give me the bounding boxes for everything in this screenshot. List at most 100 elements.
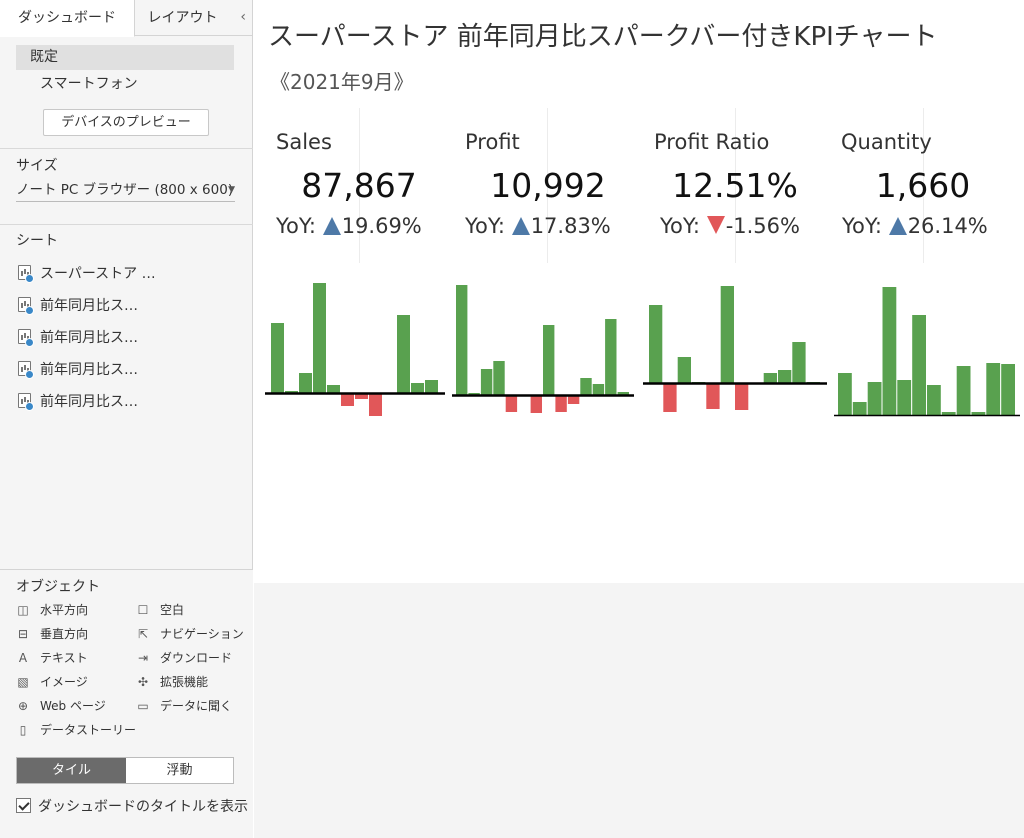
yoy-value: 26.14% <box>907 214 988 238</box>
object-label: 空白 <box>160 603 185 617</box>
kpi-profit-value: 10,992 <box>490 166 606 205</box>
dashboard-subtitle: 《2021年9月》 <box>270 70 414 94</box>
collapse-panel-icon[interactable]: ‹ <box>240 0 246 34</box>
yoy-prefix: YoY: <box>842 214 889 238</box>
object-label: 水平方向 <box>40 603 89 617</box>
profit-bar <box>530 396 542 413</box>
yoy-value: 17.83% <box>530 214 611 238</box>
object-data-story[interactable]: ▯ データストーリー <box>16 721 136 739</box>
quantity-bar <box>927 385 941 415</box>
chevron-down-icon: ▼ <box>228 185 235 195</box>
object-label: データに聞く <box>160 699 233 713</box>
show-title-option[interactable]: ダッシュボードのタイトルを表示 <box>16 798 248 816</box>
floating-button[interactable]: 浮動 <box>126 758 233 783</box>
size-dropdown[interactable]: ノート PC ブラウザー (800 x 600) ▼ <box>16 180 235 202</box>
object-web-page[interactable]: ⊕ Web ページ <box>16 697 106 715</box>
sheets-section-title: シート <box>16 233 58 249</box>
size-dropdown-value: ノート PC ブラウザー (800 x 600) <box>16 182 234 198</box>
sheet-item[interactable]: 前年同月比ス… <box>18 326 138 350</box>
profit-bar <box>592 384 605 395</box>
kpi-profit-ratio-label: Profit Ratio <box>654 130 770 154</box>
object-image[interactable]: ▧ イメージ <box>16 673 88 691</box>
text-icon: A <box>18 651 28 665</box>
sales-bar <box>327 385 340 393</box>
object-download[interactable]: ⇥ ダウンロード <box>136 649 232 667</box>
object-blank[interactable]: ☐ 空白 <box>136 601 184 619</box>
object-label: テキスト <box>40 651 88 665</box>
download-icon: ⇥ <box>137 651 149 665</box>
profit-bar <box>480 369 493 395</box>
profit-bar <box>555 396 567 412</box>
profit-ratio-bar <box>649 305 663 383</box>
object-ask-data[interactable]: ▭ データに聞く <box>136 697 232 715</box>
object-vertical[interactable]: ⊟ 垂直方向 <box>16 625 88 643</box>
sheet-item[interactable]: 前年同月比ス… <box>18 358 138 382</box>
sheet-item[interactable]: 前年同月比ス… <box>18 294 138 318</box>
tab-layout[interactable]: レイアウト <box>135 0 230 36</box>
yoy-value: -1.56% <box>725 214 800 238</box>
worksheet-icon <box>18 393 34 411</box>
sales-bar <box>411 383 424 393</box>
quantity-sparkbar-chart <box>834 287 1020 417</box>
quantity-bar <box>897 380 912 415</box>
tab-dashboard[interactable]: ダッシュボード <box>0 0 135 37</box>
quantity-bar <box>986 363 1001 415</box>
kpi-profit-ratio-yoy: YoY: -1.56% <box>660 214 800 238</box>
dashboard-side-panel: ダッシュボード レイアウト ‹ 既定 スマートフォン デバイスのプレビュー サイ… <box>0 0 253 838</box>
quantity-bar <box>852 402 867 415</box>
device-preview-button[interactable]: デバイスのプレビュー <box>43 109 209 136</box>
profit-bar <box>580 378 592 395</box>
object-horizontal[interactable]: ◫ 水平方向 <box>16 601 88 619</box>
sales-bar <box>369 394 382 416</box>
quantity-bar <box>971 412 986 415</box>
quantity-bar <box>1001 364 1015 415</box>
object-text[interactable]: A テキスト <box>16 649 88 667</box>
object-label: Web ページ <box>40 699 106 713</box>
object-navigation[interactable]: ⇱ ナビゲーション <box>136 625 244 643</box>
yoy-prefix: YoY: <box>465 214 512 238</box>
dashboard-title: スーパーストア 前年同月比スパークバー付きKPIチャート <box>268 22 938 52</box>
vertical-layout-icon: ⊟ <box>17 627 29 641</box>
object-label: データストーリー <box>40 723 137 737</box>
device-phone[interactable]: スマートフォン <box>16 72 234 97</box>
panel-tabs: ダッシュボード レイアウト ‹ <box>0 0 252 37</box>
object-label: 垂直方向 <box>40 627 89 641</box>
sheet-item-label: 前年同月比ス… <box>40 298 138 314</box>
object-label: ナビゲーション <box>160 627 244 641</box>
sales-bar <box>425 380 438 393</box>
quantity-bar <box>956 366 971 415</box>
device-default[interactable]: 既定 <box>16 45 234 70</box>
object-extension[interactable]: ✣ 拡張機能 <box>136 673 208 691</box>
tiled-button[interactable]: タイル <box>17 758 126 783</box>
profit-bar <box>605 319 617 395</box>
sheet-item[interactable]: 前年同月比ス… <box>18 390 138 414</box>
profit-ratio-sparkbar-chart <box>643 286 827 412</box>
dashboard-canvas: スーパーストア 前年同月比スパークバー付きKPIチャート 《2021年9月》 S… <box>254 0 1024 583</box>
show-title-checkbox[interactable] <box>16 798 31 813</box>
quantity-bar <box>912 315 926 415</box>
horizontal-layout-icon: ◫ <box>17 603 29 617</box>
sheet-item-label: 前年同月比ス… <box>40 330 138 346</box>
kpi-quantity-yoy: YoY: 26.14% <box>842 214 988 238</box>
sales-sparkbar-chart <box>265 283 445 416</box>
quantity-bar <box>867 382 882 415</box>
profit-ratio-bar <box>778 370 792 383</box>
profit-bar <box>505 396 518 412</box>
profit-ratio-bar <box>763 373 777 383</box>
up-triangle-icon <box>322 217 341 235</box>
blank-icon: ☐ <box>137 603 149 617</box>
sales-bar <box>271 323 284 393</box>
sales-bar <box>299 373 312 393</box>
ask-data-icon: ▭ <box>137 699 149 713</box>
layout-mode-toggle: タイル 浮動 <box>16 757 234 784</box>
sheet-item[interactable]: スーパーストア … <box>18 262 156 286</box>
yoy-prefix: YoY: <box>660 214 707 238</box>
extension-icon: ✣ <box>137 675 149 689</box>
object-label: イメージ <box>40 675 88 689</box>
kpi-profit-ratio-value: 12.51% <box>672 166 798 205</box>
sales-bar <box>313 283 326 393</box>
quantity-bar <box>882 287 897 415</box>
image-icon: ▧ <box>17 675 29 689</box>
worksheet-icon <box>18 329 34 347</box>
object-label: ダウンロード <box>160 651 233 665</box>
